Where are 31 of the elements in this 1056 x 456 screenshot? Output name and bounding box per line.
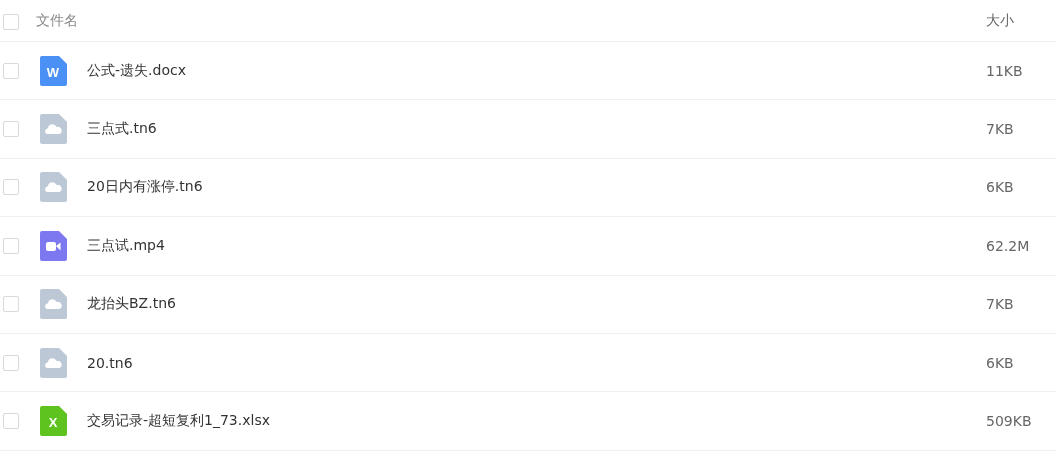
word-document-icon: W [39,55,67,86]
checkbox[interactable] [3,179,19,196]
column-header[interactable]: 大小 [986,11,1056,30]
checkbox[interactable] [3,13,19,30]
file-size: 11KB [986,62,1024,79]
file-size: 7KB [986,296,1015,313]
file-size: 7KB [986,121,1015,138]
column-header[interactable]: 文件名 [36,11,986,30]
file-name[interactable]: 公式-遗失.docx [87,61,986,80]
file-name[interactable]: 龙抬头BZ.tn6 [87,295,986,314]
checkbox[interactable] [3,121,19,138]
video-file-icon [39,230,67,261]
checkbox[interactable] [3,413,19,430]
spreadsheet-icon: X [39,406,67,437]
file-size: 6KB [986,179,1015,196]
file-name[interactable]: 20日内有涨停.tn6 [87,178,986,197]
cloud-file-icon [39,347,67,378]
checkbox[interactable] [3,62,19,79]
file-name[interactable]: 三点试.mp4 [87,236,986,255]
cloud-file-icon [39,289,67,320]
file-size: 509KB [986,413,1033,430]
file-name[interactable]: 交易记录-超短复利1_73.xlsx [87,412,986,431]
file-name[interactable]: 20.tn6 [87,354,986,371]
cloud-file-icon [39,114,67,145]
cloud-file-icon [39,172,67,203]
checkbox[interactable] [3,296,19,313]
file-size: 6KB [986,354,1015,371]
checkbox[interactable] [3,237,19,254]
file-name[interactable]: 三点式.tn6 [87,120,986,139]
file-size: 62.2M [986,237,1031,254]
checkbox[interactable] [3,354,19,371]
